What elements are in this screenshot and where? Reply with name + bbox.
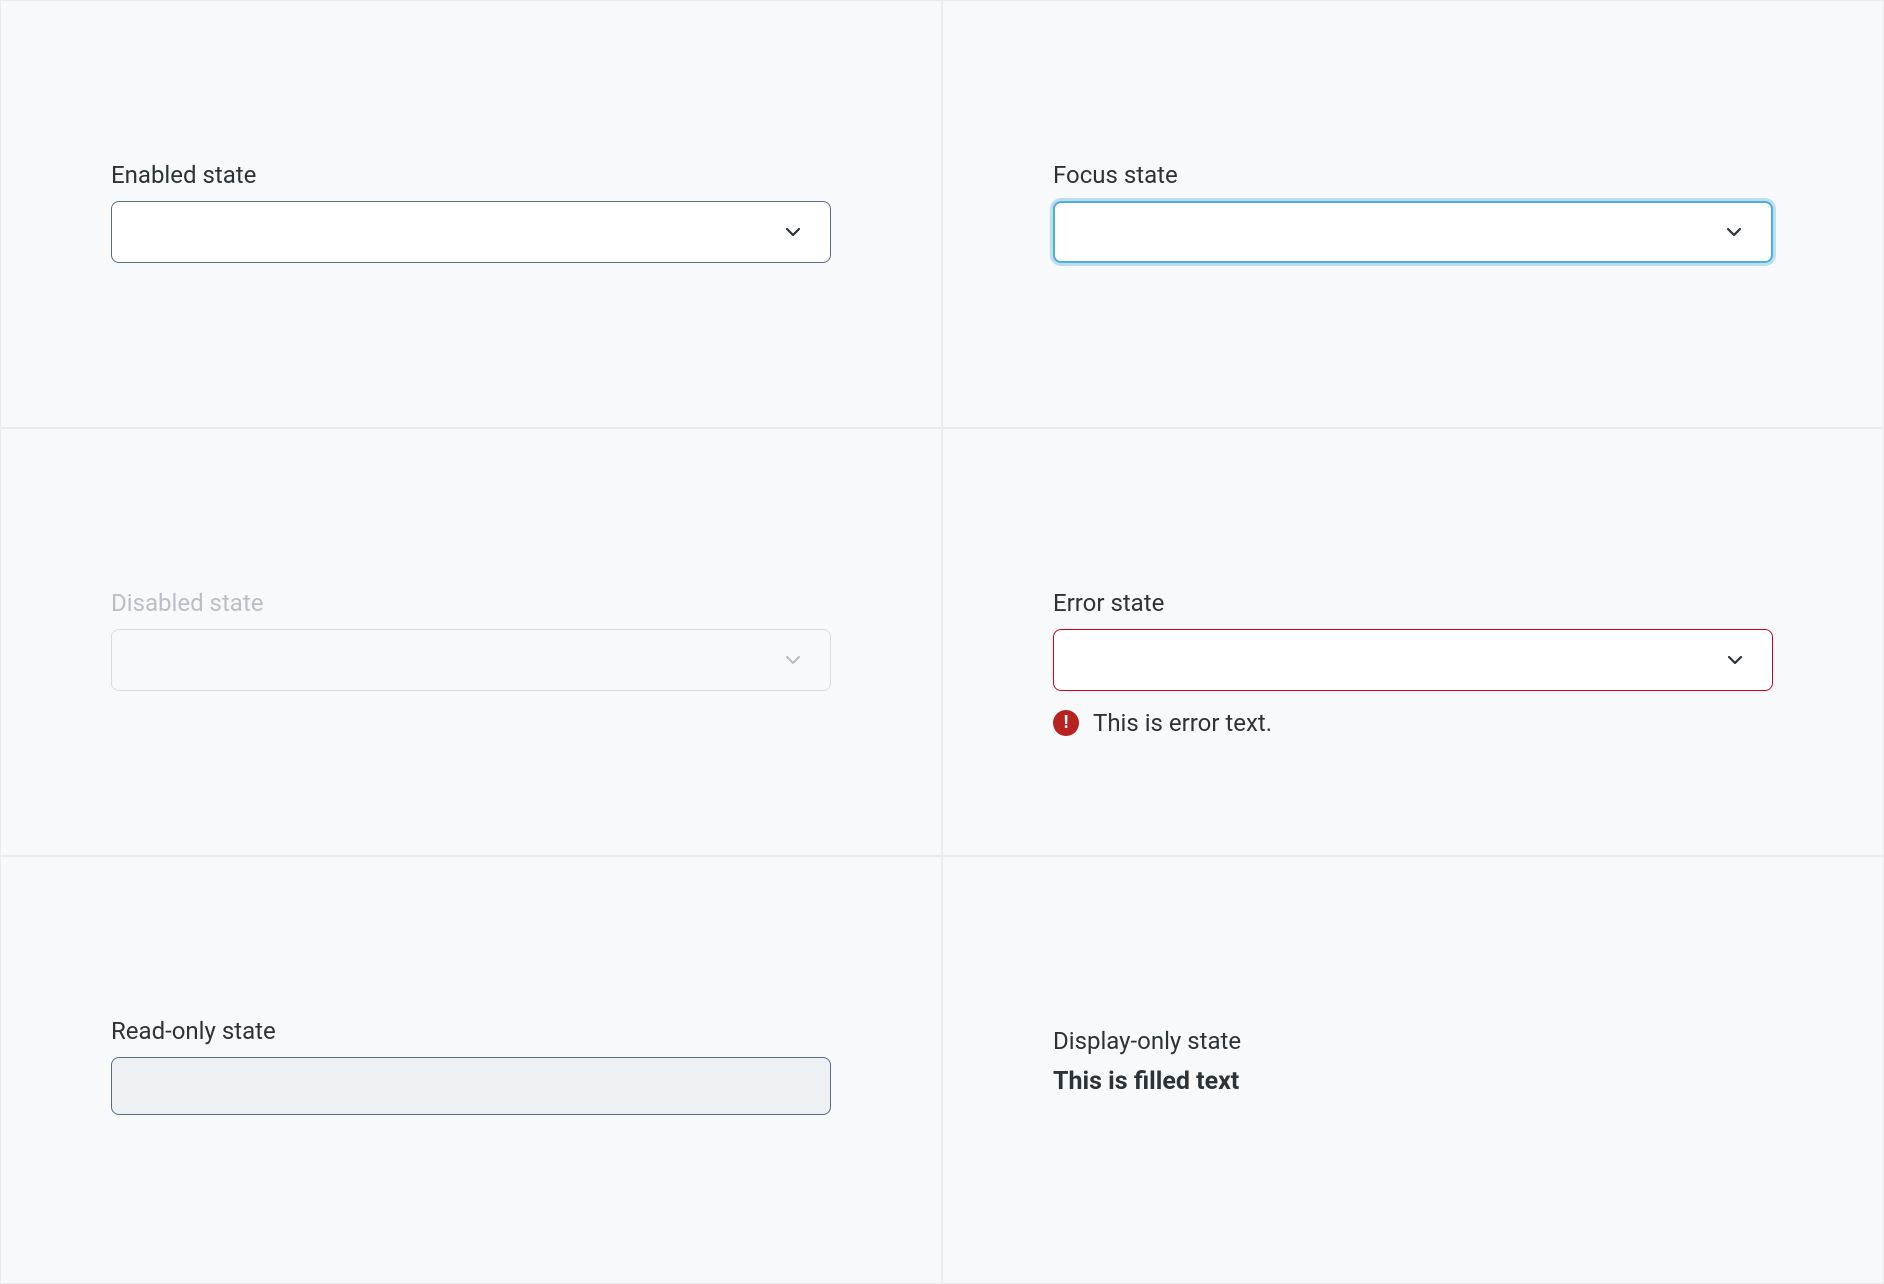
enabled-select[interactable]: [111, 201, 831, 263]
readonly-select: [111, 1057, 831, 1115]
cell-error: Error state ! This is error text.: [942, 428, 1884, 856]
chevron-down-icon: [784, 651, 802, 669]
error-message: This is error text.: [1093, 709, 1272, 737]
chevron-down-icon: [1726, 651, 1744, 669]
error-label: Error state: [1053, 589, 1773, 617]
states-grid: Enabled state Focus state Disabled state…: [0, 0, 1884, 1284]
display-value: This is filled text: [1053, 1067, 1773, 1096]
cell-disabled: Disabled state: [0, 428, 942, 856]
enabled-label: Enabled state: [111, 161, 831, 189]
error-icon: !: [1053, 710, 1079, 736]
disabled-select: [111, 629, 831, 691]
chevron-down-icon: [784, 223, 802, 241]
error-select[interactable]: [1053, 629, 1773, 691]
focus-select[interactable]: [1053, 201, 1773, 263]
cell-enabled: Enabled state: [0, 0, 942, 428]
chevron-down-icon: [1725, 223, 1743, 241]
error-message-row: ! This is error text.: [1053, 709, 1773, 737]
cell-readonly: Read-only state: [0, 856, 942, 1284]
cell-display: Display-only state This is filled text: [942, 856, 1884, 1284]
cell-focus: Focus state: [942, 0, 1884, 428]
focus-label: Focus state: [1053, 161, 1773, 189]
display-label: Display-only state: [1053, 1027, 1773, 1055]
disabled-label: Disabled state: [111, 589, 831, 617]
readonly-label: Read-only state: [111, 1017, 831, 1045]
